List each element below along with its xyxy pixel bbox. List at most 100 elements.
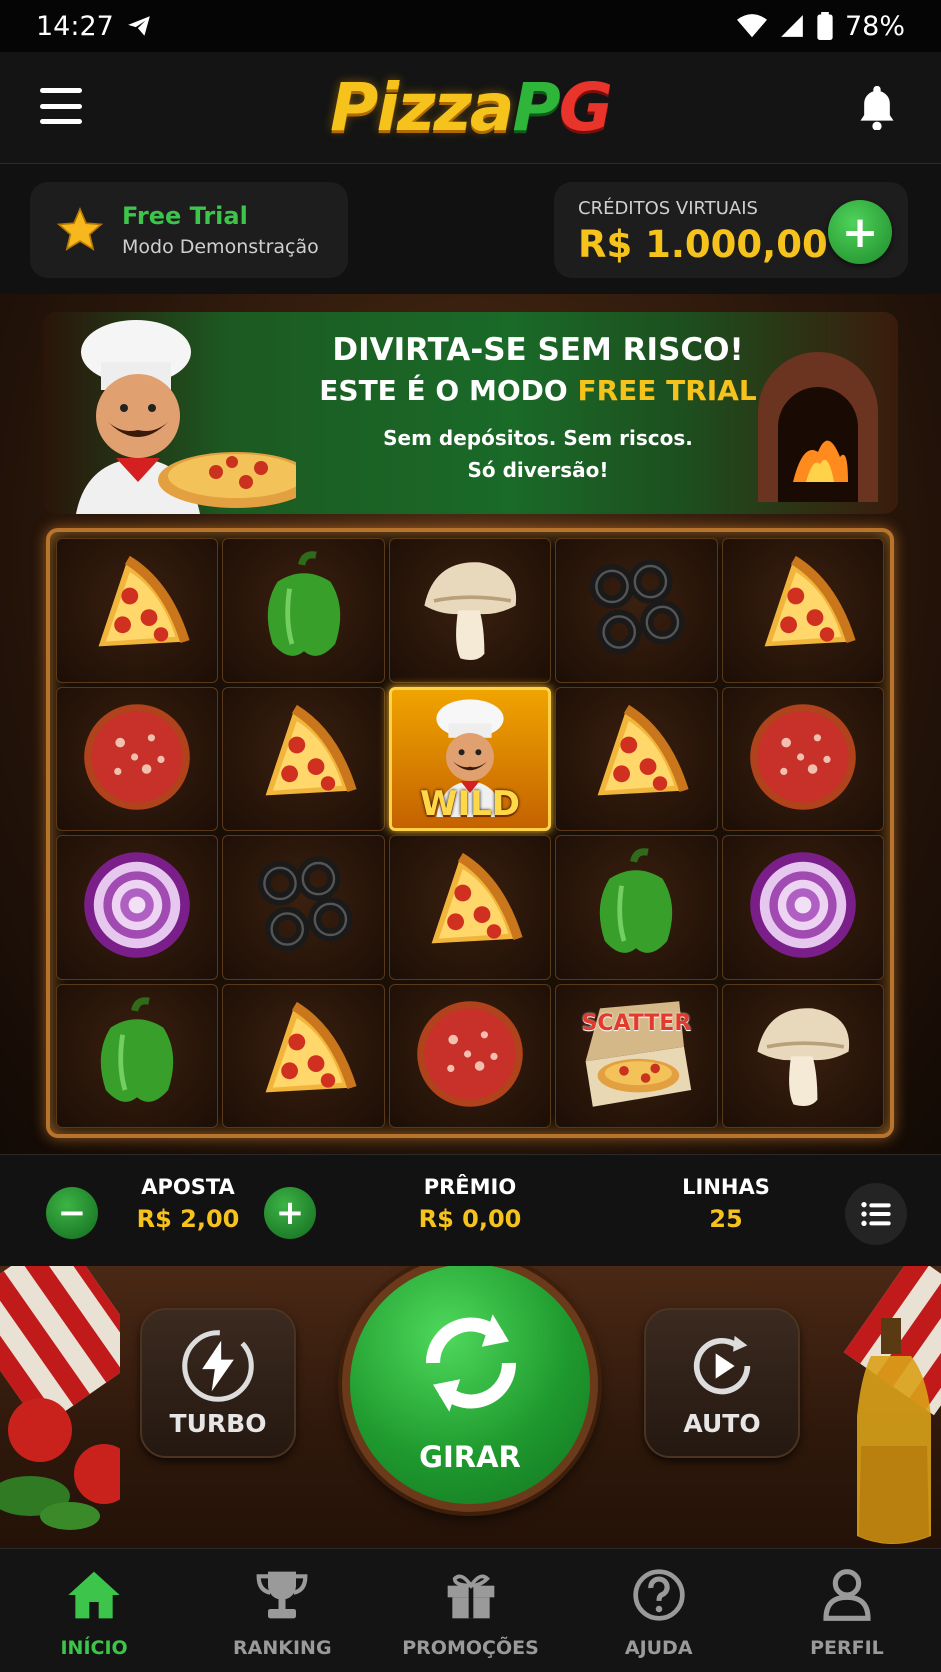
auto-label: AUTO	[683, 1409, 761, 1438]
free-trial-title: Free Trial	[122, 202, 248, 230]
battery-icon	[817, 12, 833, 40]
reel-cell-pizza-slice	[721, 538, 884, 683]
chef-illustration	[76, 320, 296, 514]
salami-icon	[77, 697, 197, 821]
bet-bar: − APOSTA R$ 2,00 + PRÊMIO R$ 0,00 LINHAS…	[0, 1154, 941, 1266]
nav-label: INÍCIO	[60, 1637, 128, 1659]
reel-cell-green-pepper	[555, 835, 718, 980]
prize-display: PRÊMIO R$ 0,00	[400, 1175, 540, 1233]
nav-item-trophy[interactable]: RANKING	[188, 1549, 376, 1672]
green-pepper-icon	[77, 994, 197, 1118]
lines-display: LINHAS 25	[666, 1175, 786, 1233]
status-bar: 14:27 78%	[0, 0, 941, 52]
pizza-slice-icon	[410, 845, 530, 969]
app-header: Pizza P G	[0, 52, 941, 164]
help-icon	[631, 1567, 687, 1627]
reel-cell-black-olives	[222, 835, 385, 980]
menu-icon[interactable]	[40, 88, 82, 124]
black-olives-icon	[576, 548, 696, 672]
list-icon	[861, 1202, 891, 1226]
signal-icon	[781, 15, 803, 37]
profile-icon	[819, 1567, 875, 1627]
banner-subheadline: ESTE É O MODO FREE TRIAL	[319, 374, 757, 407]
black-olives-icon	[244, 845, 364, 969]
wild-label: WILD	[419, 784, 521, 824]
slot-reels: WILD SCATTER	[46, 528, 894, 1138]
pizzapg-logo: Pizza P G	[330, 69, 613, 146]
spin-button[interactable]: GIRAR	[342, 1266, 598, 1512]
reel-cell-black-olives	[555, 538, 718, 683]
increase-bet-button[interactable]: +	[264, 1187, 316, 1239]
pizza-slice-icon	[743, 548, 863, 672]
trophy-icon	[254, 1567, 310, 1627]
reel-cell-pizza-slice	[388, 835, 552, 980]
reel-cell-mushroom	[721, 983, 884, 1128]
red-onion-icon	[743, 845, 863, 969]
reel-cell-pizza-slice	[56, 538, 219, 683]
bet-value: R$ 2,00	[136, 1205, 240, 1233]
reel-cell-pizza-slice	[222, 686, 385, 831]
free-trial-banner: DIVIRTA-SE SEM RISCO! ESTE É O MODO FREE…	[42, 312, 898, 514]
star-icon	[56, 206, 104, 251]
lightning-icon	[182, 1330, 254, 1402]
spin-label: GIRAR	[419, 1440, 521, 1474]
nav-item-gift[interactable]: PROMOÇÕES	[376, 1549, 564, 1672]
autoplay-icon	[693, 1335, 751, 1395]
reel-cell-scatter: SCATTER	[555, 983, 718, 1128]
reel-cell-salami	[721, 686, 884, 831]
pizza-slice-icon	[244, 994, 364, 1118]
lines-label: LINHAS	[682, 1175, 770, 1199]
paytable-button[interactable]	[845, 1183, 907, 1245]
auto-button[interactable]: AUTO	[644, 1308, 800, 1458]
nav-label: PERFIL	[810, 1637, 884, 1659]
demo-mode-label: Modo Demonstração	[122, 236, 319, 258]
gift-icon	[443, 1567, 499, 1627]
tomato-basil-decoration	[0, 1266, 120, 1530]
reel-cell-red-onion	[721, 835, 884, 980]
reel-cell-green-pepper	[56, 983, 219, 1128]
salami-icon	[743, 697, 863, 821]
oven-illustration	[758, 352, 878, 502]
scatter-label: SCATTER	[581, 1010, 692, 1036]
reel-cell-wild: WILD	[388, 686, 552, 831]
nav-label: AJUDA	[624, 1637, 693, 1659]
free-trial-card: Free Trial Modo Demonstração	[30, 182, 348, 278]
turbo-button[interactable]: TURBO	[140, 1308, 296, 1458]
reel-cell-green-pepper	[222, 538, 385, 683]
reel-cell-red-onion	[56, 835, 219, 980]
prize-label: PRÊMIO	[423, 1175, 517, 1199]
salami-icon	[410, 994, 530, 1118]
virtual-credits-card: CRÉDITOS VIRTUAIS R$ 1.000,00 +	[554, 182, 908, 278]
green-pepper-icon	[244, 548, 364, 672]
banner-headline: DIVIRTA-SE SEM RISCO!	[332, 332, 744, 368]
mushroom-icon	[410, 548, 530, 672]
bell-icon[interactable]	[855, 82, 899, 130]
game-stage: DIVIRTA-SE SEM RISCO! ESTE É O MODO FREE…	[0, 294, 941, 1154]
reel-cell-salami	[388, 983, 552, 1128]
nav-label: PROMOÇÕES	[402, 1637, 539, 1659]
red-onion-icon	[77, 845, 197, 969]
add-credits-button[interactable]: +	[828, 200, 892, 264]
reel-cell-pizza-slice	[222, 983, 385, 1128]
nav-item-profile[interactable]: PERFIL	[753, 1549, 941, 1672]
home-icon	[66, 1567, 122, 1627]
lines-value: 25	[709, 1205, 743, 1233]
wifi-icon	[736, 14, 767, 38]
battery-percent: 78%	[844, 10, 905, 42]
nav-item-help[interactable]: AJUDA	[565, 1549, 753, 1672]
prize-value: R$ 0,00	[418, 1205, 522, 1233]
reel-grid: WILD SCATTER	[56, 538, 884, 1128]
green-pepper-icon	[576, 845, 696, 969]
decrease-bet-button[interactable]: −	[46, 1187, 98, 1239]
telegram-icon	[127, 16, 150, 36]
reel-cell-mushroom	[388, 538, 552, 683]
pizza-slice-icon	[77, 548, 197, 672]
bet-display: APOSTA R$ 2,00	[132, 1175, 244, 1233]
status-time: 14:27	[36, 10, 114, 42]
mushroom-icon	[743, 994, 863, 1118]
nav-item-home[interactable]: INÍCIO	[0, 1549, 188, 1672]
banner-line-1: Sem depósitos. Sem riscos.	[383, 426, 693, 450]
reel-cell-salami	[56, 686, 219, 831]
spin-arrows-icon	[426, 1314, 516, 1412]
pizza-slice-icon	[244, 697, 364, 821]
